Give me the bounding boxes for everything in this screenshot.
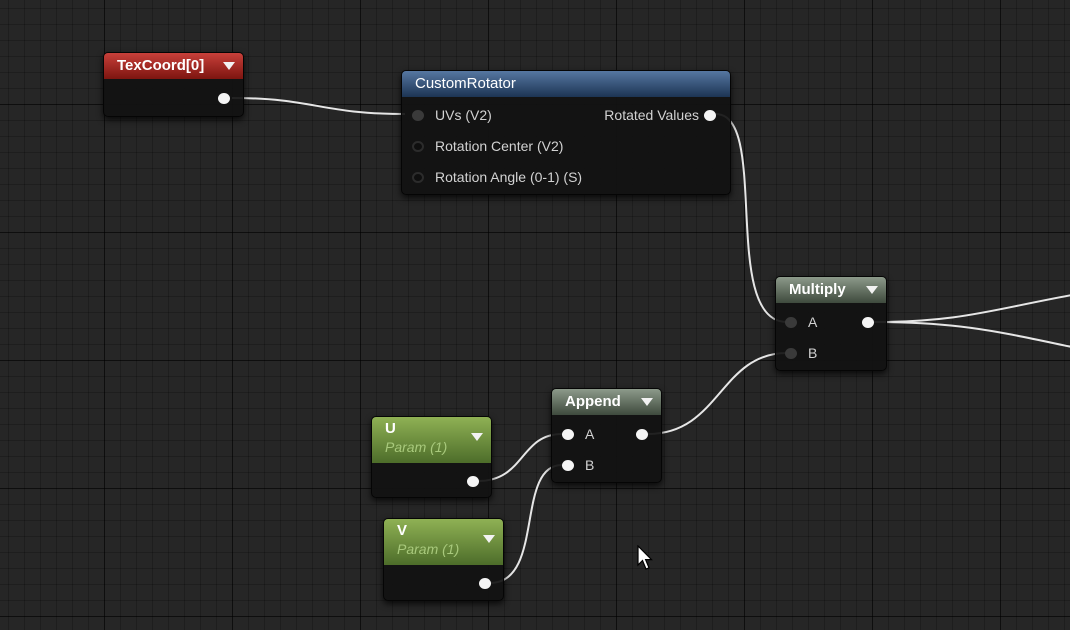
param-u-output-pin[interactable] [467, 476, 479, 487]
multiply-b-input-pin[interactable] [785, 348, 797, 359]
rotated-values-output-label: Rotated Values [604, 107, 699, 123]
rotation-center-input-pin[interactable] [412, 141, 424, 152]
rotation-angle-input-pin[interactable] [412, 172, 424, 183]
rotated-values-output-pin[interactable] [704, 110, 716, 121]
rotation-center-input-label: Rotation Center (V2) [435, 138, 564, 154]
append-title: Append [565, 393, 621, 410]
rotation-angle-input-label: Rotation Angle (0-1) (S) [435, 169, 583, 185]
append-node[interactable]: Append A B [551, 388, 662, 483]
multiply-title: Multiply [789, 281, 846, 298]
wire-multiply-out-upper [873, 294, 1070, 323]
append-b-label: B [585, 457, 595, 473]
texcoord-header[interactable]: TexCoord[0] [104, 53, 243, 79]
multiply-b-label: B [808, 345, 818, 361]
append-b-input-pin[interactable] [562, 460, 574, 471]
collapse-caret-icon[interactable] [641, 398, 653, 406]
uvs-input-label: UVs (V2) [435, 107, 492, 123]
multiply-a-label: A [808, 314, 818, 330]
wire-append-to-multiply-b [647, 352, 788, 435]
param-v-subtitle: Param (1) [397, 541, 460, 557]
param-u-subtitle: Param (1) [385, 439, 448, 455]
texcoord-node[interactable]: TexCoord[0] [103, 52, 244, 117]
param-u-title: U [385, 420, 396, 437]
multiply-node[interactable]: Multiply A B [775, 276, 887, 371]
param-u-node[interactable]: U Param (1) [371, 416, 492, 498]
custom-rotator-header[interactable]: CustomRotator [402, 71, 730, 97]
param-v-header[interactable]: V Param (1) [384, 519, 503, 565]
append-header[interactable]: Append [552, 389, 661, 415]
custom-rotator-node[interactable]: CustomRotator UVs (V2) Rotation Center (… [401, 70, 731, 195]
texcoord-title: TexCoord[0] [117, 57, 205, 74]
multiply-output-pin[interactable] [862, 317, 874, 328]
wire-texcoord-to-uvs [231, 97, 406, 115]
param-v-node[interactable]: V Param (1) [383, 518, 504, 601]
custom-rotator-title: CustomRotator [415, 75, 516, 92]
multiply-header[interactable]: Multiply [776, 277, 886, 303]
wire-multiply-out-lower [873, 321, 1070, 348]
mouse-pointer-icon [637, 545, 653, 570]
collapse-caret-icon[interactable] [866, 286, 878, 294]
append-output-pin[interactable] [636, 429, 648, 440]
append-a-input-pin[interactable] [562, 429, 574, 440]
texcoord-output-pin[interactable] [218, 93, 230, 104]
collapse-caret-icon[interactable] [471, 433, 483, 441]
param-u-header[interactable]: U Param (1) [372, 417, 491, 463]
collapse-caret-icon[interactable] [223, 62, 235, 70]
append-a-label: A [585, 426, 595, 442]
collapse-caret-icon[interactable] [483, 535, 495, 543]
uvs-input-pin[interactable] [412, 110, 424, 121]
param-v-output-pin[interactable] [479, 578, 491, 589]
multiply-a-input-pin[interactable] [785, 317, 797, 328]
param-v-title: V [397, 522, 408, 539]
